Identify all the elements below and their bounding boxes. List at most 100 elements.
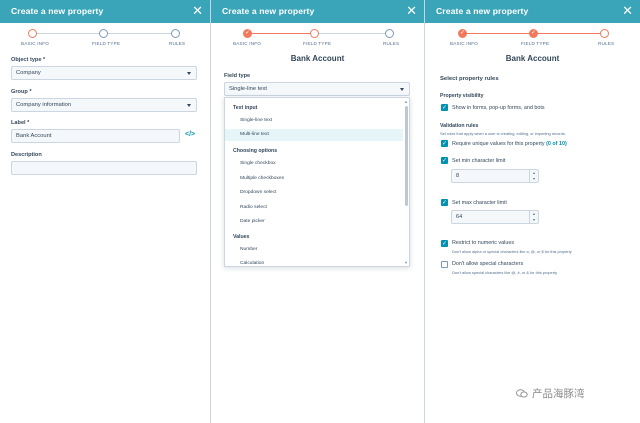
step-label-rules: RULES [598, 41, 615, 46]
object-type-label: Object type * [11, 57, 46, 63]
panel-header: Create a new property ✕ [211, 0, 424, 23]
unique-values-label: Require unique values for this property … [452, 141, 567, 147]
panel-rules: Create a new property ✕ ✓ ✓ BASIC INFO F… [425, 0, 640, 423]
step-dot-field-type [99, 29, 108, 38]
object-type-select[interactable]: Company [11, 66, 197, 80]
header-title: Create a new property [436, 6, 529, 16]
group-label: Group * [11, 89, 32, 95]
close-icon[interactable]: ✕ [406, 3, 417, 18]
option-single-line-text[interactable]: Single-line text [225, 115, 403, 127]
step-label-rules: RULES [169, 41, 186, 46]
option-calculation[interactable]: Calculation [225, 258, 403, 266]
section-title: Select property rules [440, 76, 499, 82]
max-limit-checkbox[interactable]: ✓ [441, 199, 448, 206]
max-limit-input[interactable]: 64 ▲ ▼ [451, 210, 539, 224]
progress-steps: ✓ BASIC INFO FIELD TYPE RULES [211, 23, 424, 51]
step-connector [252, 33, 310, 34]
panel-header: Create a new property ✕ [425, 0, 640, 23]
max-limit-label: Set max character limit [452, 200, 507, 206]
step-label-field-type: FIELD TYPE [521, 41, 550, 46]
special-chars-label: Don't allow special characters [452, 261, 524, 267]
description-input[interactable] [11, 161, 197, 175]
label-label: Label * [11, 120, 30, 126]
min-limit-checkbox[interactable]: ✓ [441, 157, 448, 164]
option-date-picker[interactable]: Date picker [225, 216, 403, 228]
step-connector [538, 33, 600, 34]
wechat-logo-icon [516, 389, 528, 398]
step-connector [108, 33, 171, 34]
min-limit-input[interactable]: 8 ▲ ▼ [451, 169, 539, 183]
option-radio-select[interactable]: Radio select [225, 202, 403, 214]
step-label-rules: RULES [383, 41, 400, 46]
step-dot-basic-info: ✓ [243, 29, 252, 38]
close-icon[interactable]: ✕ [192, 3, 203, 18]
special-chars-checkbox[interactable] [441, 261, 448, 268]
step-label-basic-info: BASIC INFO [233, 41, 262, 46]
step-connector [37, 33, 99, 34]
validation-description: Set rules that apply when a user is crea… [440, 131, 566, 136]
special-chars-description: Don't allow special characters like @, #… [452, 270, 558, 275]
stepper-icon[interactable]: ▲ ▼ [529, 170, 538, 182]
max-limit-value: 64 [456, 214, 463, 220]
unique-values-text: Require unique values for this property [452, 141, 545, 147]
option-dropdown-select[interactable]: Dropdown select [225, 187, 403, 199]
visibility-option-label: Show in forms, pop-up forms, and bots [452, 105, 545, 111]
min-limit-value: 8 [456, 173, 460, 179]
validation-title: Validation rules [440, 123, 479, 129]
object-type-value: Company [16, 70, 41, 76]
dropdown-scrollbar[interactable] [405, 106, 408, 206]
field-type-label: Field type [224, 73, 251, 79]
step-dot-basic-info [28, 29, 37, 38]
scroll-down-icon[interactable]: ▼ [404, 260, 408, 265]
group-values: Values [233, 234, 250, 240]
option-multiple-checkboxes[interactable]: Multiple checkboxes [225, 173, 403, 185]
step-dot-field-type [310, 29, 319, 38]
step-connector [467, 33, 529, 34]
option-multi-line-text[interactable]: Multi-line text [225, 129, 403, 141]
step-dot-rules [385, 29, 394, 38]
step-dot-rules [600, 29, 609, 38]
step-label-basic-info: BASIC INFO [21, 41, 50, 46]
header-title: Create a new property [222, 6, 315, 16]
visibility-checkbox[interactable]: ✓ [441, 104, 448, 111]
panel-basic-info: Create a new property ✕ BASIC INFO FIELD… [0, 0, 210, 423]
check-icon: ✓ [244, 30, 251, 36]
page-title: Bank Account [290, 54, 345, 63]
field-type-dropdown-menu: Text input Single-line text Multi-line t… [224, 97, 410, 267]
field-type-value: Single-line text [229, 86, 268, 92]
chevron-down-icon [187, 72, 191, 75]
close-icon[interactable]: ✕ [622, 3, 633, 18]
progress-steps: BASIC INFO FIELD TYPE RULES [0, 23, 210, 51]
label-input[interactable]: Bank Account [11, 129, 180, 143]
scroll-up-icon[interactable]: ▲ [404, 99, 408, 104]
group-text-input: Text input [233, 105, 258, 111]
code-embed-icon[interactable]: </> [185, 131, 195, 138]
option-number[interactable]: Number [225, 244, 403, 256]
label-value: Bank Account [16, 133, 52, 139]
min-limit-label: Set min character limit [452, 158, 506, 164]
visibility-title: Property visibility [440, 93, 484, 99]
step-label-field-type: FIELD TYPE [303, 41, 332, 46]
unique-values-checkbox[interactable]: ✓ [441, 140, 448, 147]
option-single-checkbox[interactable]: Single checkbox [225, 158, 403, 170]
step-label-field-type: FIELD TYPE [92, 41, 121, 46]
numeric-only-label: Restrict to numeric values [452, 240, 515, 246]
check-icon: ✓ [530, 30, 537, 36]
step-connector [319, 33, 386, 34]
group-select[interactable]: Company information [11, 98, 197, 112]
unique-values-count: (0 of 10) [546, 141, 567, 147]
step-dot-field-type: ✓ [529, 29, 538, 38]
field-type-select[interactable]: Single-line text [224, 82, 410, 96]
progress-steps: ✓ ✓ BASIC INFO FIELD TYPE RULES [425, 23, 640, 51]
chevron-down-icon [400, 88, 404, 91]
step-label-basic-info: BASIC INFO [450, 41, 479, 46]
watermark-text: 产品海豚湾 [532, 388, 585, 400]
description-label: Description [11, 152, 42, 158]
group-value: Company information [16, 102, 72, 108]
stepper-icon[interactable]: ▲ ▼ [529, 211, 538, 223]
step-dot-basic-info: ✓ [458, 29, 467, 38]
numeric-only-checkbox[interactable]: ✓ [441, 240, 448, 247]
numeric-only-description: Don't allow alpha or special characters … [452, 249, 572, 254]
group-choosing-options: Choosing options [233, 148, 278, 154]
header-title: Create a new property [11, 6, 104, 16]
